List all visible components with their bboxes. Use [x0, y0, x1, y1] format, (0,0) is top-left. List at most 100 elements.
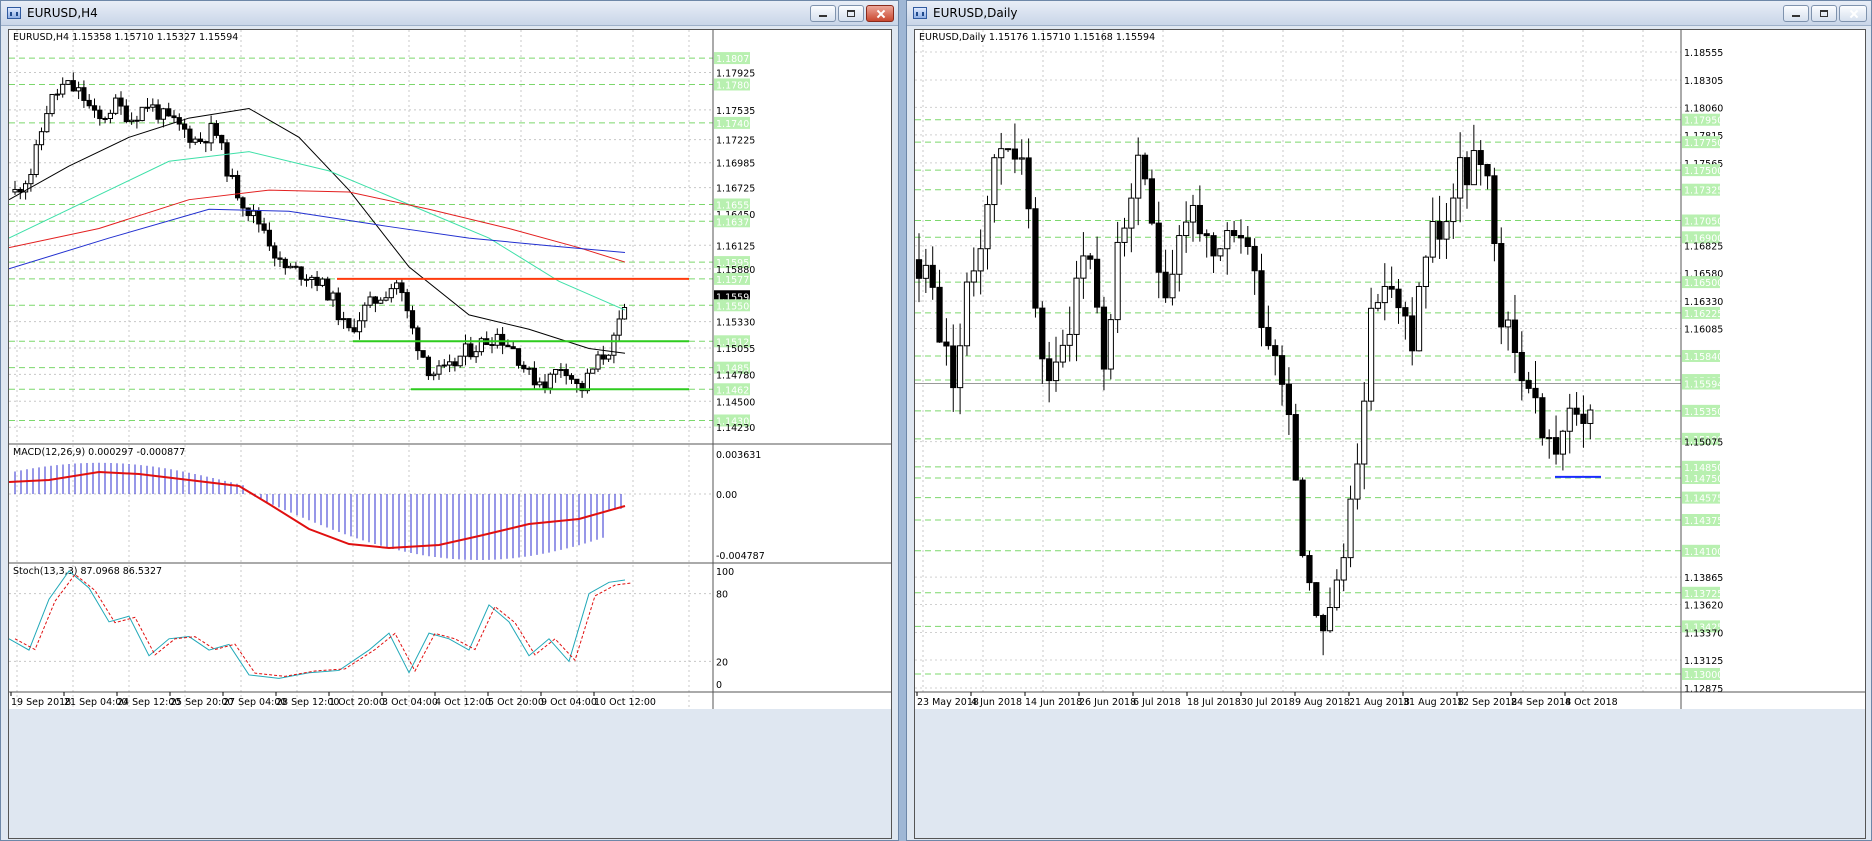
- bear-candle: [409, 310, 416, 329]
- bear-candle: [404, 292, 410, 312]
- bear-candle: [277, 257, 283, 260]
- bear-candle: [335, 292, 341, 321]
- h4-symbol-header: EURUSD,H4 1.15358 1.15710 1.15327 1.1559…: [13, 32, 238, 43]
- h4-window-title: EURUSD,H4: [27, 6, 98, 20]
- h4-window-titlebar[interactable]: EURUSD,H4: [1, 1, 898, 26]
- bear-candle: [1244, 237, 1251, 247]
- price-tick-label: 1.17400: [716, 119, 755, 130]
- daily-chart-svg[interactable]: 1.185551.183051.180601.179501.178151.177…: [915, 30, 1866, 839]
- price-tick-label: 1.16330: [1684, 297, 1723, 308]
- minimize-button[interactable]: [1783, 5, 1809, 22]
- bull-candle: [160, 108, 167, 120]
- close-button[interactable]: [1839, 5, 1867, 22]
- bull-candle: [330, 292, 336, 301]
- price-tick-label: 1.16225: [1684, 309, 1723, 320]
- close-button[interactable]: [866, 5, 894, 22]
- price-tick-label: 1.17050: [1684, 217, 1723, 228]
- time-label: 24 Sep 2018: [1511, 697, 1571, 708]
- maximize-button[interactable]: [838, 5, 864, 22]
- bull-candle: [1128, 197, 1135, 229]
- bear-candle: [936, 286, 943, 343]
- bull-candle: [1546, 437, 1553, 440]
- bear-candle: [197, 138, 204, 143]
- daily-chart-canvas[interactable]: 1.185551.183051.180601.179501.178151.177…: [914, 29, 1866, 839]
- bear-candle: [915, 259, 923, 279]
- daily-filler: [915, 709, 1865, 838]
- bear-candle: [1025, 157, 1032, 210]
- bear-candle: [298, 266, 304, 280]
- price-tick-label: 1.13370: [1684, 629, 1723, 640]
- maximize-button[interactable]: [1811, 5, 1837, 22]
- bull-candle: [76, 87, 82, 92]
- price-tick-label: 1.17225: [716, 136, 755, 147]
- h4-filler: [9, 709, 891, 838]
- bear-candle: [314, 276, 320, 286]
- price-tick-label: 1.16125: [716, 241, 755, 252]
- h4-chart-window[interactable]: EURUSD,H4 1.18075 1.17925 1.17800 1.17535 1.…: [0, 0, 899, 841]
- bull-candle: [319, 278, 325, 286]
- bull-candle: [1450, 197, 1457, 223]
- price-tick-label: 1.15840: [1684, 352, 1723, 363]
- bull-candle: [606, 354, 612, 360]
- price-tick-label: 1.15055: [716, 344, 755, 355]
- bull-candle: [1443, 221, 1450, 240]
- bull-candle: [1422, 256, 1429, 287]
- bull-candle: [394, 282, 400, 290]
- bear-candle: [521, 364, 527, 370]
- bear-candle: [1039, 307, 1046, 360]
- bull-candle: [1135, 154, 1142, 199]
- bull-candle: [49, 93, 55, 115]
- bull-candle: [60, 83, 66, 95]
- bear-candle: [1580, 413, 1587, 424]
- bear-candle: [1087, 255, 1094, 260]
- bull-candle: [1018, 157, 1025, 160]
- bear-candle: [351, 327, 357, 333]
- bull-candle: [378, 299, 384, 304]
- time-label: 14 Jun 2018: [1025, 697, 1082, 708]
- price-tick-label: 1.14575: [1684, 494, 1723, 505]
- bull-candle: [590, 368, 596, 374]
- price-tick-label: 1.15350: [1684, 407, 1723, 418]
- stoch-scale-label: 20: [716, 657, 728, 668]
- bear-candle: [1463, 157, 1471, 186]
- h4-chart-canvas[interactable]: 1.18075 1.17925 1.17800 1.17535 1.17400 1.172…: [8, 29, 892, 839]
- daily-window-titlebar[interactable]: EURUSD,Daily: [907, 1, 1871, 26]
- bull-candle: [1415, 285, 1423, 352]
- daily-chart-window[interactable]: EURUSD,Daily 1.18555 1.18305 1.18060 1.1795…: [906, 0, 1872, 841]
- h4-chart-svg[interactable]: 1.18075 1.179251.17800 1.17535 1.17400 1.172…: [9, 30, 892, 839]
- bear-candle: [272, 245, 278, 259]
- price-tick-label: 1.16085: [1684, 325, 1723, 336]
- bull-candle: [107, 112, 114, 120]
- time-label: 9 Aug 2018: [1295, 697, 1350, 708]
- bull-candle: [356, 320, 363, 333]
- bear-candle: [155, 104, 161, 120]
- bear-candle: [1046, 358, 1053, 382]
- bull-candle: [1559, 430, 1566, 455]
- bull-candle: [1052, 361, 1060, 382]
- bear-candle: [1251, 245, 1258, 272]
- bear-candle: [134, 119, 140, 122]
- bull-candle: [977, 248, 984, 272]
- bear-candle: [452, 361, 458, 367]
- time-label: 23 May 2018: [917, 697, 979, 708]
- bear-candle: [489, 344, 495, 347]
- bear-candle: [1265, 326, 1272, 347]
- price-tick-label: 1.14625: [716, 385, 755, 396]
- bear-candle: [1210, 235, 1217, 257]
- bull-candle: [1066, 333, 1073, 346]
- bear-candle: [600, 354, 606, 360]
- bear-candle: [568, 375, 575, 380]
- bull-candle: [957, 345, 964, 389]
- bear-candle: [1141, 154, 1149, 180]
- minimize-button[interactable]: [810, 5, 836, 22]
- bull-candle: [65, 80, 71, 85]
- price-tick-label: 1.17800: [716, 80, 755, 91]
- macd-scale-label: 0.00: [716, 490, 737, 501]
- price-tick-label: 1.17925: [716, 68, 755, 79]
- bear-candle: [182, 123, 188, 130]
- bear-candle: [1306, 555, 1313, 584]
- macd-label: MACD(12,26,9) 0.000297 -0.000877: [13, 447, 185, 458]
- bear-candle: [118, 97, 124, 107]
- bear-candle: [203, 141, 209, 144]
- bear-candle: [1272, 345, 1279, 357]
